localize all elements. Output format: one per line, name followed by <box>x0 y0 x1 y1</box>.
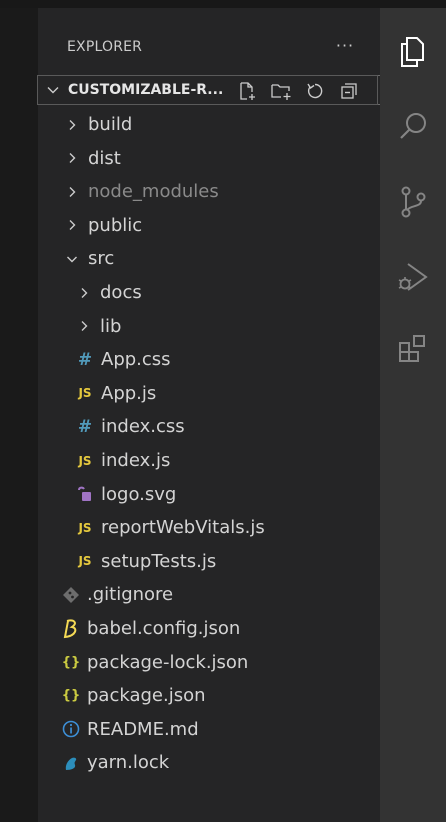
chevron-right-icon <box>76 285 92 301</box>
tree-folder-build[interactable]: build <box>38 108 406 141</box>
tree-item-label: node_modules <box>88 181 219 203</box>
tree-item-label: babel.config.json <box>87 618 241 639</box>
tree-item-label: public <box>88 214 143 236</box>
more-actions-button[interactable]: ··· <box>334 34 356 56</box>
tree-file-babel-config[interactable]: babel.config.json <box>38 612 403 645</box>
js-icon: JS <box>78 386 92 401</box>
extensions-icon[interactable] <box>395 331 431 367</box>
chevron-right-icon <box>64 184 80 200</box>
tree-item-label: dist <box>88 147 121 169</box>
babel-icon <box>61 619 81 639</box>
tree-item-label: docs <box>100 282 142 303</box>
tree-file-report-web-vitals[interactable]: JS reportWebVitals.js <box>38 511 417 544</box>
workspace-title: CUSTOMIZABLE-R... <box>68 82 224 98</box>
chevron-right-icon <box>76 318 92 334</box>
tree-file-yarn-lock[interactable]: yarn.lock <box>38 746 403 779</box>
json-braces-icon: {} <box>61 654 81 670</box>
css-hash-icon: # <box>77 416 93 437</box>
tree-file-index-js[interactable]: JS index.js <box>38 444 417 477</box>
js-icon: JS <box>78 453 92 468</box>
tree-item-label: package.json <box>87 685 206 707</box>
tree-item-label: index.css <box>101 416 185 438</box>
tree-item-label: build <box>88 114 133 135</box>
tree-file-app-js[interactable]: JS App.js <box>38 377 417 410</box>
tree-file-readme[interactable]: README.md <box>38 713 403 746</box>
new-folder-icon[interactable] <box>270 80 292 102</box>
tree-item-label: App.css <box>101 349 171 371</box>
chevron-down-icon <box>45 82 61 98</box>
tree-file-index-css[interactable]: # index.css <box>38 410 417 443</box>
tree-item-label: src <box>88 248 115 270</box>
tree-folder-node-modules[interactable]: node_modules <box>38 175 406 208</box>
info-icon <box>61 719 81 739</box>
tree-file-app-css[interactable]: # App.css <box>38 343 417 376</box>
js-icon: JS <box>78 520 92 535</box>
css-hash-icon: # <box>77 349 93 370</box>
tree-folder-public[interactable]: public <box>38 209 406 242</box>
tree-file-setup-tests[interactable]: JS setupTests.js <box>38 545 417 578</box>
tree-file-package-json[interactable]: {} package.json <box>38 679 403 712</box>
tree-item-label: package-lock.json <box>87 651 249 673</box>
tree-item-label: yarn.lock <box>87 752 170 774</box>
tree-item-label: README.md <box>87 718 199 740</box>
svg-icon <box>75 484 95 504</box>
explorer-title: EXPLORER <box>67 39 143 55</box>
explorer-sidebar: EXPLORER ··· CUSTOMIZABLE-R... build dist… <box>37 8 380 822</box>
tree-item-label: index.js <box>101 450 171 471</box>
chevron-right-icon <box>64 117 80 133</box>
yarn-icon <box>61 753 81 773</box>
chevron-right-icon <box>64 150 80 166</box>
tree-file-logo-svg[interactable]: logo.svg <box>38 478 417 511</box>
source-control-icon[interactable] <box>395 184 431 220</box>
tree-item-label: App.js <box>101 382 157 404</box>
tree-item-label: lib <box>100 315 122 337</box>
tree-folder-src[interactable]: src <box>38 242 406 275</box>
js-icon: JS <box>78 554 92 569</box>
tree-folder-docs[interactable]: docs <box>38 276 418 309</box>
tree-folder-dist[interactable]: dist <box>38 142 406 175</box>
activity-bar <box>380 8 446 822</box>
collapse-all-icon[interactable] <box>338 80 360 102</box>
run-debug-icon[interactable] <box>395 259 431 295</box>
tree-file-gitignore[interactable]: .gitignore <box>38 578 403 611</box>
explorer-header: EXPLORER ··· <box>38 32 380 62</box>
tree-item-label: .gitignore <box>87 584 174 606</box>
title-bar <box>0 0 446 8</box>
workspace-section-header[interactable]: CUSTOMIZABLE-R... <box>37 75 380 105</box>
tree-item-label: logo.svg <box>101 483 177 505</box>
tree-folder-lib[interactable]: lib <box>38 310 418 343</box>
json-braces-icon: {} <box>61 688 81 704</box>
tree-item-label: setupTests.js <box>101 550 217 572</box>
explorer-icon[interactable] <box>395 34 431 70</box>
search-icon[interactable] <box>395 109 431 145</box>
editor-gutter <box>0 8 38 822</box>
tree-item-label: reportWebVitals.js <box>101 517 265 539</box>
git-diamond-icon <box>61 585 81 605</box>
refresh-icon[interactable] <box>304 80 326 102</box>
tree-file-package-lock[interactable]: {} package-lock.json <box>38 646 403 679</box>
chevron-right-icon <box>64 217 80 233</box>
new-file-icon[interactable] <box>236 80 258 102</box>
chevron-down-icon <box>64 251 80 267</box>
